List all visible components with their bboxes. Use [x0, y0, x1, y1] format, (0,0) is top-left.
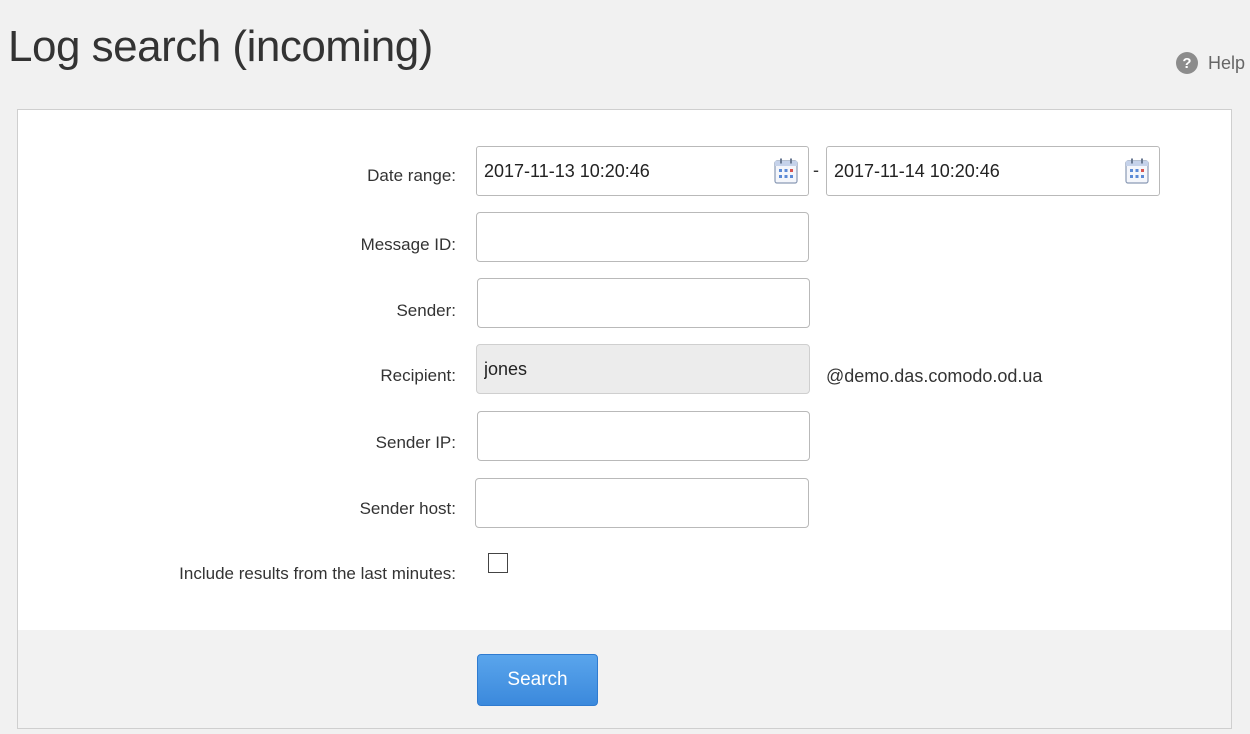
date-to-value: 2017-11-14 10:20:46 [834, 160, 1000, 181]
form-footer [18, 630, 1231, 728]
date-range-separator: - [813, 160, 819, 180]
sender-label: Sender: [396, 301, 456, 320]
date-from-field[interactable]: 2017-11-13 10:20:46 [476, 146, 809, 196]
message-id-label: Message ID: [360, 235, 456, 254]
log-search-form-panel: Date range: 2017-11-13 10:20:46 - 2017-1… [17, 109, 1232, 729]
sender-host-label: Sender host: [359, 499, 456, 518]
recipient-domain: @demo.das.comodo.od.ua [826, 366, 1043, 386]
sender-ip-label: Sender IP: [375, 433, 456, 452]
help-label: Help [1208, 52, 1246, 73]
sender-host-input[interactable] [475, 478, 809, 528]
include-recent-label: Include results from the last minutes: [179, 564, 456, 583]
message-id-input[interactable] [476, 212, 809, 262]
page-title: Log search (incoming) [8, 22, 433, 71]
sender-ip-input[interactable] [477, 411, 810, 461]
recipient-input [476, 344, 810, 394]
help-link[interactable]: ? Help [1176, 52, 1245, 74]
question-circle-icon: ? [1176, 52, 1198, 74]
search-button[interactable]: Search [477, 654, 598, 706]
calendar-icon[interactable] [774, 158, 798, 184]
calendar-icon[interactable] [1125, 158, 1149, 184]
date-to-field[interactable]: 2017-11-14 10:20:46 [826, 146, 1160, 196]
date-from-value: 2017-11-13 10:20:46 [484, 160, 650, 181]
recipient-label: Recipient: [380, 366, 456, 385]
sender-input[interactable] [477, 278, 810, 328]
date-range-label: Date range: [367, 166, 456, 185]
include-recent-checkbox[interactable] [488, 553, 508, 573]
